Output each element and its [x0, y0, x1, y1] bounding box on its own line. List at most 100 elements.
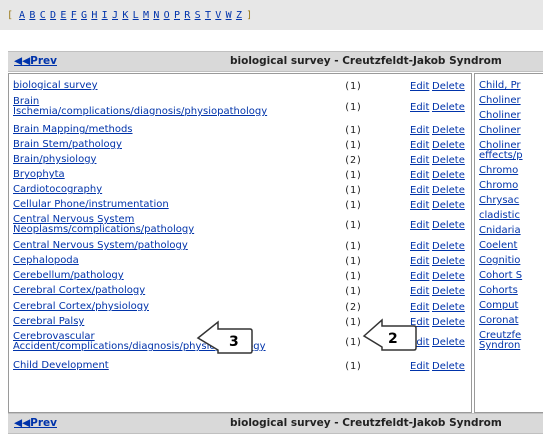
delete-link[interactable]: Delete — [432, 241, 465, 252]
prev-link-bottom[interactable]: ◀◀Prev — [14, 417, 57, 429]
delete-link[interactable]: Delete — [432, 317, 465, 328]
term-link-right[interactable]: cladistic — [479, 211, 520, 221]
term-link-right[interactable]: Child, Pr — [479, 81, 521, 91]
edit-link[interactable]: Edit — [410, 220, 429, 231]
alphabet-link-f[interactable]: F — [71, 10, 77, 21]
alphabet-link-g[interactable]: G — [81, 10, 87, 21]
delete-link[interactable]: Delete — [432, 361, 465, 372]
alphabet-link-d[interactable]: D — [50, 10, 56, 21]
delete-link[interactable]: Delete — [432, 155, 465, 166]
alphabet-link-n[interactable]: N — [153, 10, 159, 21]
alphabet-link-k[interactable]: K — [122, 10, 128, 21]
term-count: (1) — [344, 125, 363, 136]
term-link[interactable]: Brain Stem/pathology — [13, 140, 122, 150]
term-count: (1) — [344, 102, 363, 113]
alphabet-link-e[interactable]: E — [60, 10, 66, 21]
term-link[interactable]: Child Development — [13, 361, 109, 371]
alphabet-link-o[interactable]: O — [164, 10, 170, 21]
delete-link[interactable]: Delete — [432, 170, 465, 181]
alphabet-link-h[interactable]: H — [91, 10, 97, 21]
edit-link[interactable]: Edit — [410, 256, 429, 267]
page-title: biological survey - Creutzfeldt-Jakob Sy… — [230, 55, 502, 67]
term-link-right[interactable]: Cohorts — [479, 286, 518, 296]
delete-link[interactable]: Delete — [432, 302, 465, 313]
term-link[interactable]: Cerebral Palsy — [13, 317, 84, 327]
edit-link[interactable]: Edit — [410, 286, 429, 297]
edit-link[interactable]: Edit — [410, 155, 429, 166]
alphabet-link-b[interactable]: B — [29, 10, 35, 21]
term-link-right[interactable]: Coronat — [479, 316, 519, 326]
delete-link[interactable]: Delete — [432, 256, 465, 267]
term-link-right[interactable]: Cohort S — [479, 271, 522, 281]
edit-link[interactable]: Edit — [410, 102, 429, 113]
delete-link[interactable]: Delete — [432, 81, 465, 92]
term-link-right[interactable]: Coelent — [479, 241, 517, 251]
edit-link[interactable]: Edit — [410, 185, 429, 196]
term-link[interactable]: Cardiotocography — [13, 185, 102, 195]
alphabet-link-z[interactable]: Z — [236, 10, 242, 21]
alphabet-link-m[interactable]: M — [143, 10, 149, 21]
term-link[interactable]: Central Nervous System Neoplasms/complica… — [13, 215, 194, 235]
term-link[interactable]: Cerebral Cortex/physiology — [13, 302, 149, 312]
term-link-right[interactable]: Chrysac — [479, 196, 519, 206]
term-count: (1) — [344, 317, 363, 328]
alphabet-link-v[interactable]: V — [215, 10, 221, 21]
edit-link[interactable]: Edit — [410, 302, 429, 313]
term-link-right[interactable]: Cnidaria — [479, 226, 521, 236]
delete-link[interactable]: Delete — [432, 337, 465, 348]
term-count: (2) — [344, 155, 363, 166]
delete-link[interactable]: Delete — [432, 286, 465, 297]
term-link[interactable]: Brain Mapping/methods — [13, 125, 133, 135]
edit-link[interactable]: Edit — [410, 361, 429, 372]
alphabet-link-j[interactable]: J — [112, 10, 118, 21]
alphabet-link-p[interactable]: P — [174, 10, 180, 21]
edit-link[interactable]: Edit — [410, 81, 429, 92]
term-link[interactable]: Cerebral Cortex/pathology — [13, 286, 145, 296]
term-link[interactable]: Cephalopoda — [13, 256, 79, 266]
alphabet-link-t[interactable]: T — [205, 10, 211, 21]
term-link-right[interactable]: Choliner — [479, 126, 521, 136]
term-link-right[interactable]: Syndron — [479, 341, 520, 351]
term-link-right[interactable]: Chromo — [479, 181, 518, 191]
term-link-right[interactable]: Choliner — [479, 96, 521, 106]
term-link-right[interactable]: Comput — [479, 301, 518, 311]
term-link-right[interactable]: Choliner — [479, 111, 521, 121]
term-link[interactable]: Cerebellum/pathology — [13, 271, 124, 281]
edit-link[interactable]: Edit — [410, 140, 429, 151]
alphabet-link-c[interactable]: C — [40, 10, 46, 21]
delete-link[interactable]: Delete — [432, 271, 465, 282]
alphabet-link-w[interactable]: W — [226, 10, 232, 21]
prev-link[interactable]: ◀◀Prev — [14, 55, 57, 67]
edit-link[interactable]: Edit — [410, 170, 429, 181]
delete-link[interactable]: Delete — [432, 200, 465, 211]
delete-link[interactable]: Delete — [432, 140, 465, 151]
delete-link[interactable]: Delete — [432, 220, 465, 231]
delete-link[interactable]: Delete — [432, 125, 465, 136]
alphabet-link-i[interactable]: I — [102, 10, 108, 21]
term-link[interactable]: Central Nervous System/pathology — [13, 241, 188, 251]
term-count: (1) — [344, 286, 363, 297]
term-link[interactable]: Brain/physiology — [13, 155, 96, 165]
delete-link[interactable]: Delete — [432, 185, 465, 196]
term-count: (1) — [344, 271, 363, 282]
edit-link[interactable]: Edit — [410, 125, 429, 136]
term-link[interactable]: Brain Ischemia/complications/diagnosis/ph… — [13, 97, 267, 117]
term-count: (1) — [344, 185, 363, 196]
term-count: (1) — [344, 81, 363, 92]
term-link-right[interactable]: Cognitio — [479, 256, 520, 266]
edit-link[interactable]: Edit — [410, 271, 429, 282]
edit-link[interactable]: Edit — [410, 200, 429, 211]
term-link[interactable]: Cellular Phone/instrumentation — [13, 200, 169, 210]
term-link[interactable]: Bryophyta — [13, 170, 65, 180]
alphabet-link-r[interactable]: R — [184, 10, 190, 21]
alphabet-link-l[interactable]: L — [133, 10, 139, 21]
term-link-right[interactable]: Chromo — [479, 166, 518, 176]
edit-link[interactable]: Edit — [410, 241, 429, 252]
term-link[interactable]: biological survey — [13, 81, 98, 91]
delete-link[interactable]: Delete — [432, 102, 465, 113]
alphabet-link-a[interactable]: A — [19, 10, 25, 21]
term-link-right[interactable]: effects/p — [479, 151, 523, 161]
term-list-panel: biological survey (1) Edit Delete Brain Ische… — [8, 73, 472, 413]
alphabet-link-s[interactable]: S — [195, 10, 201, 21]
term-count: (1) — [344, 220, 363, 231]
